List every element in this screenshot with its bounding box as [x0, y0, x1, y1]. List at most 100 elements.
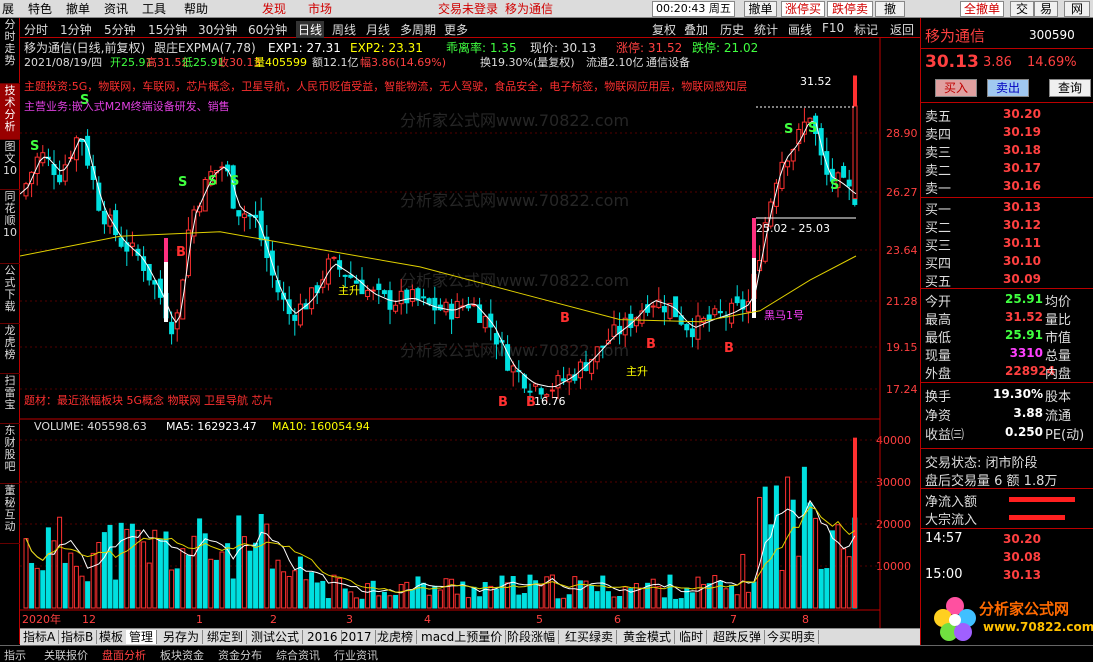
formula-tab[interactable]: 阶段涨幅 — [504, 630, 560, 644]
period-tab[interactable]: 1分钟 — [60, 21, 92, 38]
period-tab[interactable]: 15分钟 — [148, 21, 187, 38]
period-tab[interactable]: 分时 — [24, 21, 48, 38]
nav-formula-download[interactable]: 公式下载 — [0, 264, 20, 324]
candle-body — [393, 304, 399, 312]
trade-button-b[interactable]: 易 — [1034, 1, 1058, 17]
volume-bar — [589, 584, 595, 609]
period-bar: 分时 1分钟 5分钟 15分钟 30分钟 60分钟 日线 周线 月线 多周期 更… — [20, 19, 920, 38]
volume-bar — [706, 583, 712, 609]
formula-tab[interactable]: 红买绿卖 — [562, 630, 618, 644]
candle-body — [734, 296, 740, 304]
formula-tab[interactable]: macd上预量价 — [418, 630, 507, 644]
status-item[interactable]: 关联报价 — [44, 647, 88, 662]
candle-body — [342, 274, 348, 277]
candle-body — [661, 306, 667, 313]
restore-right-tab[interactable]: 复权 — [652, 21, 676, 38]
limit-down-sell-button[interactable]: 跌停卖 — [827, 1, 873, 17]
formula-tab[interactable]: 测试公式 — [248, 630, 304, 644]
query-button[interactable]: 查询 — [1049, 79, 1091, 97]
overlay-tab[interactable]: 叠加 — [684, 21, 708, 38]
menu-item[interactable]: 资讯 — [104, 1, 128, 17]
volume-bar — [667, 574, 673, 609]
period-tab-more[interactable]: 更多 — [444, 21, 468, 38]
concepts-text: 主题投资:5G，物联网，车联网，芯片概念，卫星导航，人民币贬值受益，智能物流，无… — [24, 79, 747, 93]
volume-bar — [521, 593, 527, 609]
mark-tab[interactable]: 标记 — [854, 21, 878, 38]
formula-tab[interactable]: 黄金模式 — [620, 630, 676, 644]
formula-tab[interactable]: 临时 — [676, 630, 708, 644]
bid-level-price: 30.09 — [1003, 272, 1041, 286]
back-tab[interactable]: 返回 — [890, 21, 914, 38]
volume-bar — [510, 576, 516, 609]
nav-forum[interactable]: 东财股吧 — [0, 424, 20, 484]
period-tab-active[interactable]: 日线 — [296, 21, 325, 38]
volume-bar — [208, 558, 214, 609]
nav-secretary[interactable]: 董秘互动 — [0, 484, 20, 544]
nav-technical[interactable]: 技术分析 — [0, 84, 20, 140]
bid-level-label: 买一 — [925, 203, 952, 218]
sell-signal-marker: S — [30, 139, 39, 154]
menu-item[interactable]: 特色 — [28, 1, 52, 17]
sell-button[interactable]: 卖出 — [987, 79, 1029, 97]
nav-minesweeper[interactable]: 扫雷宝 — [0, 374, 20, 424]
cancel-button[interactable]: 撤 — [875, 1, 905, 17]
menu-item[interactable]: 市场 — [308, 1, 332, 17]
history-tab[interactable]: 历史 — [720, 21, 744, 38]
kline-chart[interactable]: 分析家公式网www.70822.com 分析家公式网www.70822.com … — [20, 38, 920, 628]
nav-dragon-tiger[interactable]: 龙虎榜 — [0, 324, 20, 374]
status-item[interactable]: 盘面分析 — [102, 647, 146, 662]
bar-amplitude: 幅3.86(14.69%) — [360, 56, 446, 69]
volume-bar — [85, 581, 91, 609]
menu-item[interactable]: 发现 — [262, 1, 286, 17]
formula-tab[interactable]: 模板 — [96, 630, 128, 644]
period-tab[interactable]: 60分钟 — [248, 21, 287, 38]
volume-bar — [846, 556, 852, 609]
cancel-all-button[interactable]: 全撤单 — [960, 1, 1004, 17]
buy-button[interactable]: 买入 — [935, 79, 977, 97]
nav-f10-graphic[interactable]: 图文10 — [0, 140, 20, 190]
x-tick: 8 — [802, 613, 809, 626]
period-tab[interactable]: 周线 — [332, 21, 356, 38]
status-item[interactable]: 板块资金 — [160, 647, 204, 662]
formula-tab[interactable]: 2017 — [338, 630, 376, 644]
web-button[interactable]: 网 — [1064, 1, 1090, 17]
formula-tab[interactable]: 指标B — [58, 630, 98, 644]
stat-value: 31.52 — [1005, 310, 1043, 324]
status-item[interactable]: 资金分布 — [218, 647, 262, 662]
status-item[interactable]: 指示 — [4, 647, 26, 662]
status-item[interactable]: 行业资讯 — [334, 647, 378, 662]
formula-tab[interactable]: 2016 — [304, 630, 342, 644]
bid-level-label: 买三 — [925, 239, 952, 254]
menu-item[interactable]: 展 — [2, 1, 14, 17]
cancel-order-button[interactable]: 撤单 — [744, 1, 777, 17]
period-tab[interactable]: 月线 — [366, 21, 390, 38]
nav-intraday[interactable]: 分时走势 — [0, 18, 20, 84]
formula-tab[interactable]: 超跌反弹 — [710, 630, 766, 644]
formula-tab-active[interactable]: 管理 — [126, 630, 158, 644]
stats-tab[interactable]: 统计 — [754, 21, 778, 38]
f10-tab[interactable]: F10 — [822, 21, 844, 35]
menu-item[interactable]: 工具 — [142, 1, 166, 17]
formula-tab[interactable]: 指标A — [20, 630, 60, 644]
formula-tab[interactable]: 绑定到 — [204, 630, 248, 644]
candle-body — [297, 303, 303, 326]
nav-ths-f10[interactable]: 同花顺10 — [0, 190, 20, 264]
period-tab[interactable]: 5分钟 — [104, 21, 136, 38]
buy-signal-marker: B — [560, 311, 570, 326]
menu-item[interactable]: 撤单 — [66, 1, 90, 17]
period-tab[interactable]: 30分钟 — [198, 21, 237, 38]
status-item[interactable]: 综合资讯 — [276, 647, 320, 662]
candle-body — [236, 210, 242, 217]
formula-tab[interactable]: 龙虎榜 — [374, 630, 418, 644]
volume-bar — [673, 598, 679, 609]
period-tab[interactable]: 多周期 — [400, 21, 436, 38]
limit-up-buy-button[interactable]: 涨停买 — [781, 1, 825, 17]
volume-bar — [107, 524, 113, 609]
draw-tab[interactable]: 画线 — [788, 21, 812, 38]
login-notice[interactable]: 交易未登录 — [438, 1, 498, 17]
formula-tab[interactable]: 另存为 — [160, 630, 204, 644]
trade-button-a[interactable]: 交 — [1010, 1, 1034, 17]
menu-item[interactable]: 帮助 — [184, 1, 208, 17]
candle-body — [353, 280, 359, 284]
formula-tab[interactable]: 今买明卖 — [764, 630, 820, 644]
